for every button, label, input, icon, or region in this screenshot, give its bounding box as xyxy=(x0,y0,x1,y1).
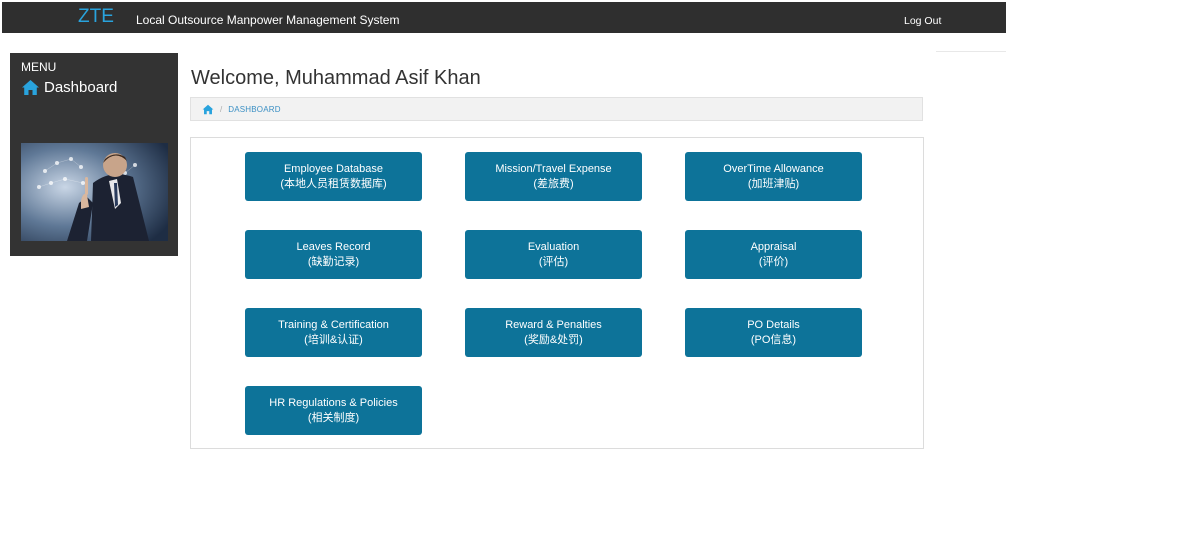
brand-logo[interactable]: ZTE xyxy=(78,7,114,27)
tile-subtitle: (评估) xyxy=(538,255,569,268)
breadcrumb-home-icon xyxy=(202,104,214,114)
tile-subtitle: (本地人员租赁数据库) xyxy=(280,177,387,190)
tile-title: OverTime Allowance xyxy=(723,162,824,175)
leaves-record-button[interactable]: Leaves Record (缺勤记录) xyxy=(245,230,422,279)
tile-title: HR Regulations & Policies xyxy=(269,396,398,409)
breadcrumb-separator: / xyxy=(220,104,223,114)
sidebar-businessman-image xyxy=(21,143,168,241)
tile-title: Leaves Record xyxy=(296,240,371,253)
logout-link[interactable]: Log Out xyxy=(904,15,941,27)
tile-title: Evaluation xyxy=(527,240,580,253)
system-title: Local Outsource Manpower Management Syst… xyxy=(136,13,400,27)
reward-penalties-button[interactable]: Reward & Penalties (奖励&处罚) xyxy=(465,308,642,357)
breadcrumb: / DASHBOARD xyxy=(190,97,923,121)
po-details-button[interactable]: PO Details (PO信息) xyxy=(685,308,862,357)
tile-subtitle: (培训&认证) xyxy=(304,333,363,346)
appraisal-button[interactable]: Appraisal (评价) xyxy=(685,230,862,279)
training-certification-button[interactable]: Training & Certification (培训&认证) xyxy=(245,308,422,357)
home-icon xyxy=(22,80,39,95)
divider xyxy=(936,51,1006,52)
tile-subtitle: (评价) xyxy=(758,255,789,268)
breadcrumb-home[interactable] xyxy=(202,104,214,115)
overtime-allowance-button[interactable]: OverTime Allowance (加班津贴) xyxy=(685,152,862,201)
sidebar: MENU Dashboard xyxy=(10,53,178,256)
tile-subtitle: (缺勤记录) xyxy=(307,255,360,268)
tile-title: Training & Certification xyxy=(278,318,389,331)
menu-label: MENU xyxy=(21,60,57,74)
breadcrumb-dashboard[interactable]: DASHBOARD xyxy=(228,105,280,114)
tile-title: Reward & Penalties xyxy=(505,318,602,331)
tile-title: Employee Database xyxy=(283,162,384,175)
tile-subtitle: (差旅费) xyxy=(533,177,574,190)
tile-title: Mission/Travel Expense xyxy=(495,162,612,175)
tile-title: Appraisal xyxy=(750,240,797,253)
hr-regulations-policies-button[interactable]: HR Regulations & Policies (相关制度) xyxy=(245,386,422,435)
tile-subtitle: (奖励&处罚) xyxy=(524,333,583,346)
top-navbar: ZTE Local Outsource Manpower Management … xyxy=(2,2,1006,33)
sidebar-item-label: Dashboard xyxy=(44,79,118,96)
tile-subtitle: (PO信息) xyxy=(750,333,797,346)
mission-travel-expense-button[interactable]: Mission/Travel Expense (差旅费) xyxy=(465,152,642,201)
tile-subtitle: (加班津贴) xyxy=(747,177,800,190)
page-title: Welcome, Muhammad Asif Khan xyxy=(191,67,481,89)
sidebar-item-dashboard[interactable]: Dashboard xyxy=(21,79,117,96)
evaluation-button[interactable]: Evaluation (评估) xyxy=(465,230,642,279)
dashboard-panel: Employee Database (本地人员租赁数据库) Mission/Tr… xyxy=(190,137,924,449)
tile-title: PO Details xyxy=(747,318,800,331)
employee-database-button[interactable]: Employee Database (本地人员租赁数据库) xyxy=(245,152,422,201)
tile-subtitle: (相关制度) xyxy=(307,411,360,424)
